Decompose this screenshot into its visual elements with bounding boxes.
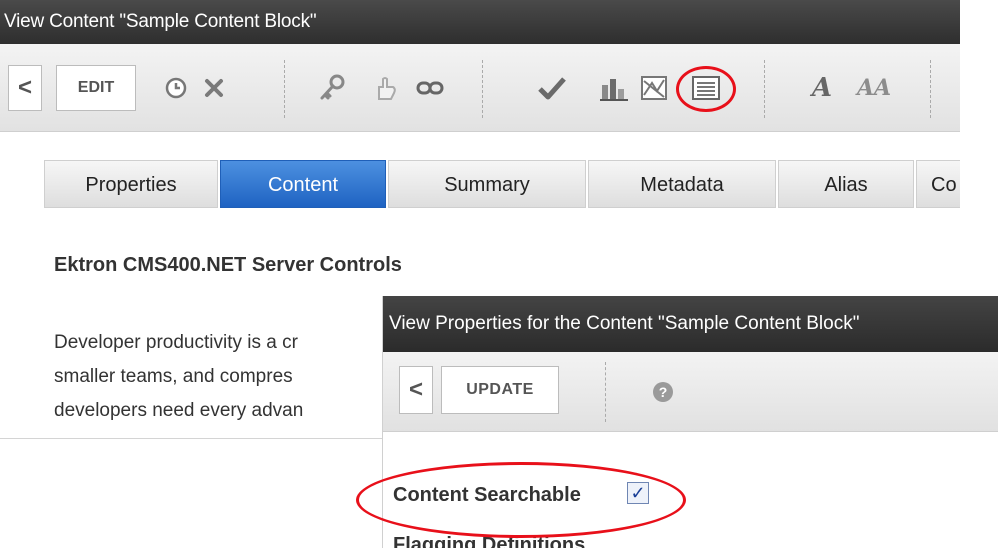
content-toolbar: < EDIT A AA [0, 44, 960, 132]
spellcheck-icon[interactable]: A [806, 72, 838, 104]
back-button[interactable]: < [8, 65, 42, 111]
toolbar-separator [482, 60, 483, 118]
paragraph-line: Developer productivity is a cr [54, 332, 298, 353]
content-searchable-label: Content Searchable [393, 484, 581, 506]
tab-metadata[interactable]: Metadata [588, 160, 776, 208]
highlight-ring [676, 66, 736, 112]
permissions-icon[interactable] [316, 72, 348, 104]
tab-content[interactable]: Content [220, 160, 386, 208]
tab-summary[interactable]: Summary [388, 160, 586, 208]
content-heading: Ektron CMS400.NET Server Controls [54, 254, 402, 276]
content-paragraph: Developer productivity is a cr smaller t… [54, 326, 303, 428]
view-properties-window: View Properties for the Content "Sample … [382, 296, 998, 548]
tab-properties[interactable]: Properties [44, 160, 218, 208]
approve-icon[interactable] [536, 72, 568, 104]
clock-icon[interactable] [160, 72, 192, 104]
divider [0, 438, 382, 439]
tab-alias[interactable]: Alias [778, 160, 914, 208]
chart-icon[interactable] [638, 72, 670, 104]
window-title: View Content "Sample Content Block" [0, 0, 960, 44]
edit-button[interactable]: EDIT [56, 65, 136, 111]
translate-icon[interactable]: AA [857, 72, 891, 104]
link-icon[interactable] [414, 72, 446, 104]
window-title: View Properties for the Content "Sample … [383, 296, 998, 352]
reports-icon[interactable] [598, 72, 630, 104]
workflow-icon[interactable] [370, 72, 402, 104]
help-icon[interactable]: ? [653, 382, 673, 402]
toolbar-separator [764, 60, 765, 118]
paragraph-line: smaller teams, and compres [54, 366, 293, 387]
back-button[interactable]: < [399, 366, 433, 414]
content-searchable-checkbox[interactable]: ✓ [627, 482, 649, 504]
properties-toolbar: < UPDATE ? [383, 352, 998, 432]
tab-co[interactable]: Co [916, 160, 960, 208]
toolbar-separator [284, 60, 285, 118]
toolbar-separator [930, 60, 931, 118]
flagging-definitions-label: Flagging Definitions [393, 534, 586, 548]
delete-icon[interactable] [198, 72, 230, 104]
update-button[interactable]: UPDATE [441, 366, 559, 414]
toolbar-separator [605, 362, 606, 422]
paragraph-line: developers need every advan [54, 400, 304, 421]
